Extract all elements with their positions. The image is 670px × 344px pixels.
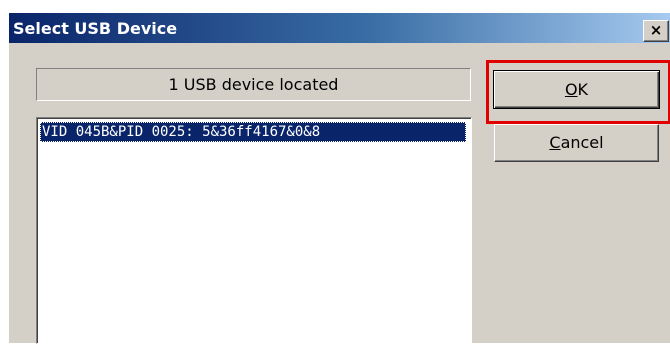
usb-device-list[interactable]: VID 045B&PID 0025: 5&36ff4167&0&8	[36, 117, 472, 344]
cancel-accelerator: C	[549, 133, 561, 152]
cancel-label-rest: ancel	[560, 133, 604, 152]
window-title: Select USB Device	[13, 19, 178, 38]
select-usb-device-dialog: Select USB Device × 1 USB device located…	[8, 12, 670, 344]
ok-button[interactable]: OK	[493, 70, 660, 109]
status-text: 1 USB device located	[36, 68, 471, 101]
title-bar[interactable]: Select USB Device ×	[9, 13, 670, 43]
close-icon: ×	[649, 21, 663, 39]
list-item[interactable]: VID 045B&PID 0025: 5&36ff4167&0&8	[40, 122, 466, 142]
close-button[interactable]: ×	[643, 20, 669, 42]
cancel-button[interactable]: Cancel	[494, 124, 659, 162]
ok-accelerator: O	[564, 80, 578, 99]
ok-label-rest: K	[577, 80, 589, 99]
